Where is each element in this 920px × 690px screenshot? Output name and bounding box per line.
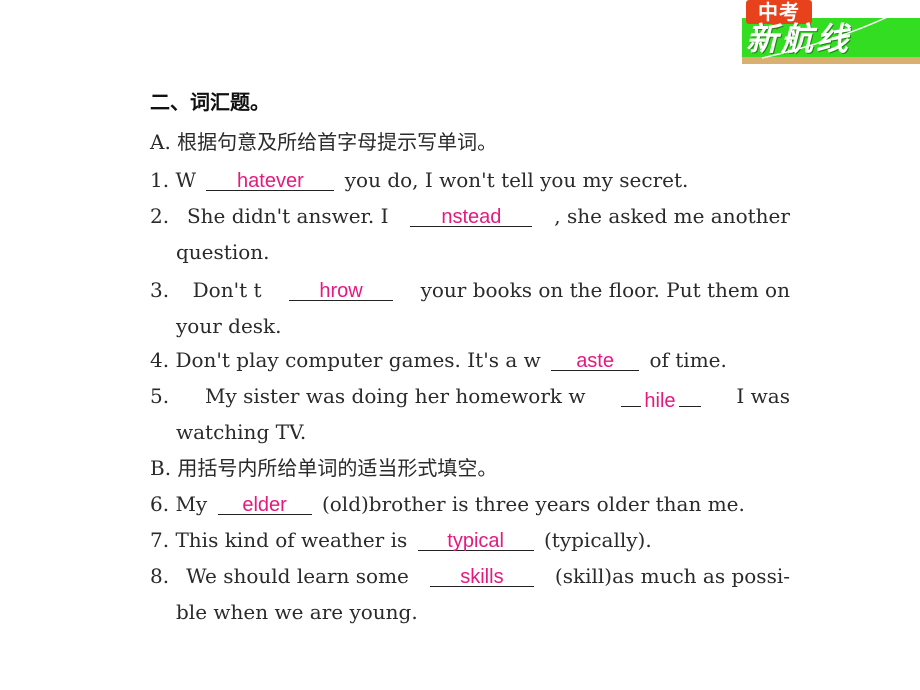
question-4: 4. Don't play computer games. It's a w a… xyxy=(150,346,727,374)
question-3-continuation: your desk. xyxy=(176,314,282,338)
question-3: 3. Don't t hrow your books on the floor.… xyxy=(150,276,790,304)
question-text-before: This kind of weather is xyxy=(175,528,408,552)
question-number: 2. xyxy=(150,204,170,228)
question-text-before: My xyxy=(175,492,208,516)
question-number: 3. xyxy=(150,278,170,302)
answer-blank[interactable]: nstead xyxy=(410,202,533,228)
question-text-after: your books on the floor. Put them on xyxy=(420,278,790,302)
question-2-continuation: question. xyxy=(176,240,270,264)
question-number: 4. xyxy=(150,348,170,372)
question-1: 1. W hatever you do, I won't tell you my… xyxy=(150,166,688,194)
question-text-after: (skill)as much as possi- xyxy=(554,564,790,588)
answer-text: skills xyxy=(460,566,504,588)
question-text-after: I was xyxy=(736,384,790,408)
question-8-continuation: ble when we are young. xyxy=(176,600,418,624)
blank-segment xyxy=(678,382,701,407)
question-number: 7. xyxy=(150,528,170,552)
question-7: 7. This kind of weather is typical (typi… xyxy=(150,526,652,554)
question-text-after: of time. xyxy=(649,348,727,372)
question-text-after: , she asked me another xyxy=(554,204,790,228)
question-2: 2. She didn't answer. I nstead , she ask… xyxy=(150,202,790,230)
question-text-after: (old)brother is three years older than m… xyxy=(321,492,745,516)
question-number: 6. xyxy=(150,492,170,516)
answer-blank[interactable]: elder xyxy=(217,490,312,516)
brand-logo: 中考 新航线 xyxy=(742,0,920,64)
answer-blank[interactable]: hrow xyxy=(289,276,394,302)
answer-blank[interactable]: hatever xyxy=(206,166,335,192)
answer-blank[interactable]: hile xyxy=(621,382,701,412)
question-5-continuation: watching TV. xyxy=(176,420,307,444)
answer-text: hile xyxy=(644,390,676,412)
part-b-instruction: B. 用括号内所给单词的适当形式填空。 xyxy=(150,456,498,480)
question-5: 5. My sister was doing her homework w hi… xyxy=(150,382,790,412)
question-text-before: Don't t xyxy=(192,278,262,302)
section-title: 二、词汇题。 xyxy=(150,90,270,114)
answer-blank[interactable]: skills xyxy=(429,562,534,588)
answer-blank[interactable]: aste xyxy=(551,346,640,372)
question-text-before: My sister was doing her homework w xyxy=(205,384,586,408)
question-text-after: you do, I won't tell you my secret. xyxy=(344,168,689,192)
answer-text: hrow xyxy=(319,280,363,302)
blank-segment xyxy=(621,382,642,407)
answer-text: typical xyxy=(447,530,504,552)
question-text-before: Don't play computer games. It's a w xyxy=(175,348,541,372)
answer-text: nstead xyxy=(441,206,502,228)
answer-text: elder xyxy=(242,494,287,516)
answer-text: hatever xyxy=(237,170,304,192)
question-text-before: We should learn some xyxy=(186,564,409,588)
question-number: 5. xyxy=(150,384,170,408)
question-number: 8. xyxy=(150,564,170,588)
part-a-instruction: A. 根据句意及所给首字母提示写单词。 xyxy=(150,130,498,154)
answer-blank[interactable]: typical xyxy=(417,526,534,552)
question-8: 8. We should learn some skills (skill)as… xyxy=(150,562,790,590)
question-number: 1. xyxy=(150,168,170,192)
question-text-before: She didn't answer. I xyxy=(186,204,389,228)
question-text-before: W xyxy=(175,168,197,192)
question-text-after: (typically). xyxy=(543,528,652,552)
question-6: 6. My elder (old)brother is three years … xyxy=(150,490,745,518)
answer-text: aste xyxy=(576,350,614,372)
logo-swoosh-icon xyxy=(761,8,903,59)
